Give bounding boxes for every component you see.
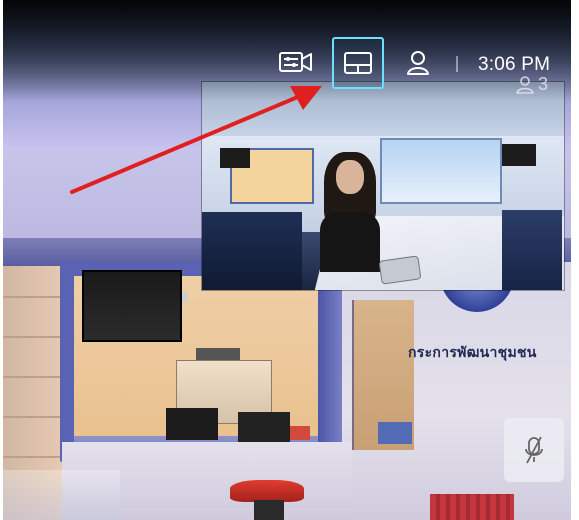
wall-tv [82,270,182,342]
red-chair [230,480,304,502]
photo-border [571,0,579,520]
pip-chair [502,210,562,290]
layout-icon [344,52,372,74]
participant-count[interactable]: 3 [516,74,548,95]
room-sign-text: กระการพัฒนาชุมชน [408,344,537,360]
pip-window [380,138,502,204]
red-chair [430,494,514,520]
chair-base [254,500,284,520]
contacts-icon [407,51,429,75]
person-icon [516,75,534,94]
room-pillar [318,262,342,462]
glass-panel [0,470,120,520]
desk-monitor [166,408,218,440]
self-view-pip[interactable] [202,82,564,290]
mute-button[interactable] [504,418,564,482]
camera-settings-icon [279,52,312,72]
pip-person-body [320,212,380,272]
toolbar-separator [456,56,458,72]
pip-tv [220,148,250,168]
pip-desk [202,212,302,290]
camera-control-button[interactable] [276,48,316,76]
desk-item [290,426,310,440]
contacts-button[interactable] [400,48,436,78]
pip-person-face [336,160,364,194]
desk-item [378,422,412,444]
desk-monitor [238,412,290,442]
participant-count-value: 3 [538,74,549,94]
microphone-muted-icon [525,436,543,464]
photo-border [0,0,3,520]
wall-outlet [182,292,188,302]
clock-time: 3:06 PM [478,54,551,75]
pip-tv [502,144,536,166]
layout-button[interactable] [332,37,384,89]
